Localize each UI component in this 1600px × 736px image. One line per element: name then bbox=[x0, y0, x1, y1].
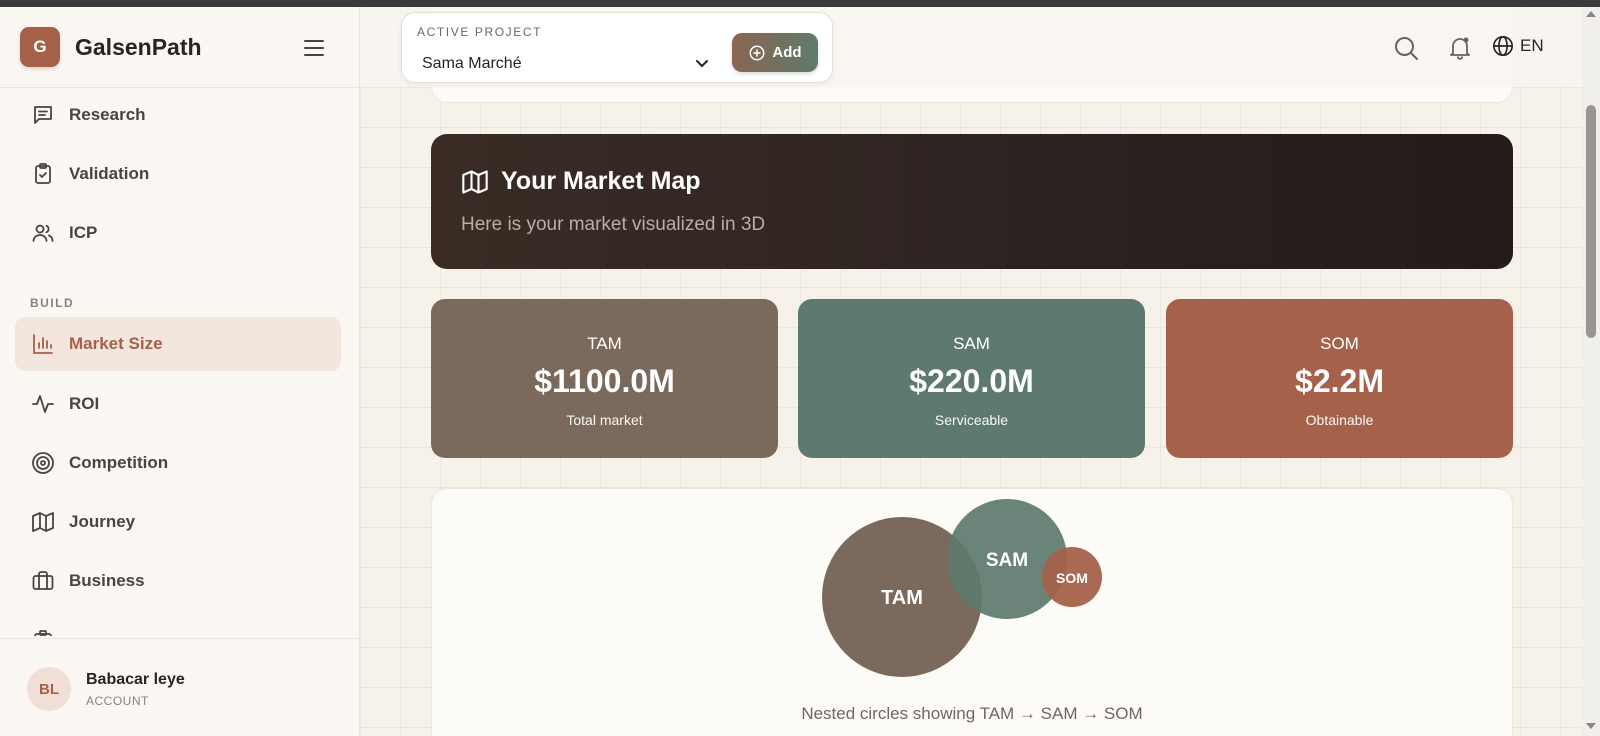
market-map-title: Your Market Map bbox=[501, 167, 701, 195]
project-selector[interactable]: ACTIVE PROJECT Sama Marché Add bbox=[401, 12, 833, 83]
stat-card-sam: SAM $220.0M Serviceable bbox=[798, 299, 1145, 458]
map-icon bbox=[462, 169, 488, 194]
language-selector[interactable]: EN bbox=[1492, 35, 1544, 57]
market-map-banner: Your Market Map Here is your market visu… bbox=[431, 134, 1513, 269]
add-button-label: Add bbox=[772, 44, 802, 61]
avatar: BL bbox=[27, 667, 71, 711]
target-icon bbox=[30, 450, 56, 476]
users-icon bbox=[30, 220, 56, 246]
sidebar-item-market-size[interactable]: Market Size bbox=[15, 317, 341, 371]
map-icon bbox=[30, 509, 56, 535]
sidebar-item-label: Business bbox=[69, 571, 145, 590]
search-icon[interactable] bbox=[1393, 35, 1419, 61]
briefcase-icon bbox=[30, 568, 56, 594]
stat-card-tam: TAM $1100.0M Total market bbox=[431, 299, 778, 458]
sidebar-item-validation[interactable]: Validation bbox=[15, 147, 341, 201]
message-square-icon bbox=[30, 102, 56, 128]
partial-icon bbox=[30, 627, 56, 636]
user-role: ACCOUNT bbox=[86, 693, 149, 708]
sidebar-item-label: ROI bbox=[69, 394, 100, 413]
divider bbox=[0, 638, 359, 639]
scroll-down-arrow-icon[interactable] bbox=[1586, 723, 1596, 729]
main-content: ACTIVE PROJECT Sama Marché Add EN Your M… bbox=[360, 7, 1582, 736]
stat-description: Serviceable bbox=[934, 412, 1009, 428]
tam-circle-label: TAM bbox=[881, 587, 923, 609]
sidebar-item-label: Market Size bbox=[69, 334, 163, 353]
window-top-strip bbox=[0, 0, 1600, 7]
user-account[interactable]: BL Babacar leye ACCOUNT bbox=[27, 667, 185, 711]
scroll-up-arrow-icon[interactable] bbox=[1586, 11, 1596, 17]
stat-value: $2.2M bbox=[1295, 363, 1384, 399]
sidebar-nav: Research Validation ICP BUILD Market Siz… bbox=[15, 88, 341, 636]
stat-value: $1100.0M bbox=[534, 363, 675, 399]
add-project-button[interactable]: Add bbox=[732, 33, 818, 72]
stat-label: TAM bbox=[587, 334, 622, 353]
sidebar-item-business[interactable]: Business bbox=[15, 554, 341, 608]
project-label: ACTIVE PROJECT bbox=[417, 25, 543, 39]
stat-label: SAM bbox=[953, 334, 990, 353]
stat-label: SOM bbox=[1320, 334, 1359, 353]
sidebar-item-journey[interactable]: Journey bbox=[15, 495, 341, 549]
sidebar-item-icp[interactable]: ICP bbox=[15, 206, 341, 260]
stat-value: $220.0M bbox=[909, 363, 1034, 399]
bell-icon[interactable] bbox=[1448, 35, 1472, 61]
stat-card-som: SOM $2.2M Obtainable bbox=[1166, 299, 1513, 458]
sidebar-item-label: Journey bbox=[69, 512, 136, 531]
market-map-subtitle: Here is your market visualized in 3D bbox=[461, 214, 766, 235]
sidebar-item-competition[interactable]: Competition bbox=[15, 436, 341, 490]
sidebar-item-label: Competition bbox=[69, 453, 169, 472]
sidebar-item-partial[interactable] bbox=[15, 613, 341, 636]
market-visualization-card: TAM SAM SOM Nested circles showing TAM →… bbox=[431, 488, 1513, 736]
sidebar-item-label: Research bbox=[69, 105, 146, 124]
stat-description: Total market bbox=[566, 412, 643, 428]
hamburger-menu-icon[interactable] bbox=[302, 37, 326, 59]
brand-name: GalsenPath bbox=[75, 33, 202, 60]
sidebar-item-label: ICP bbox=[69, 223, 98, 242]
activity-icon bbox=[30, 391, 56, 417]
scrollbar[interactable] bbox=[1582, 7, 1600, 736]
brand-logo: G bbox=[20, 27, 60, 67]
scrollbar-thumb[interactable] bbox=[1586, 105, 1596, 338]
visualization-caption: Nested circles showing TAM → SAM → SOM bbox=[801, 704, 1143, 723]
som-circle-label: SOM bbox=[1056, 570, 1088, 586]
project-name: Sama Marché bbox=[422, 55, 522, 72]
sidebar-item-roi[interactable]: ROI bbox=[15, 377, 341, 431]
chevron-down-icon[interactable] bbox=[692, 53, 712, 73]
nested-circles-diagram: TAM SAM SOM bbox=[822, 499, 1102, 677]
language-label: EN bbox=[1520, 36, 1544, 55]
sidebar-item-label: Validation bbox=[69, 164, 150, 183]
clipboard-check-icon bbox=[30, 161, 56, 187]
stat-description: Obtainable bbox=[1305, 412, 1374, 428]
bar-chart-icon bbox=[30, 331, 56, 357]
brand[interactable]: G GalsenPath bbox=[20, 27, 202, 67]
sam-circle-label: SAM bbox=[986, 550, 1028, 571]
sidebar: G GalsenPath Research Validation ICP BUI… bbox=[0, 7, 360, 736]
section-label-build: BUILD bbox=[30, 296, 75, 310]
globe-icon bbox=[1493, 36, 1513, 56]
user-name: Babacar leye bbox=[86, 670, 185, 688]
plus-circle-icon bbox=[749, 45, 765, 60]
sidebar-item-research[interactable]: Research bbox=[15, 88, 341, 142]
